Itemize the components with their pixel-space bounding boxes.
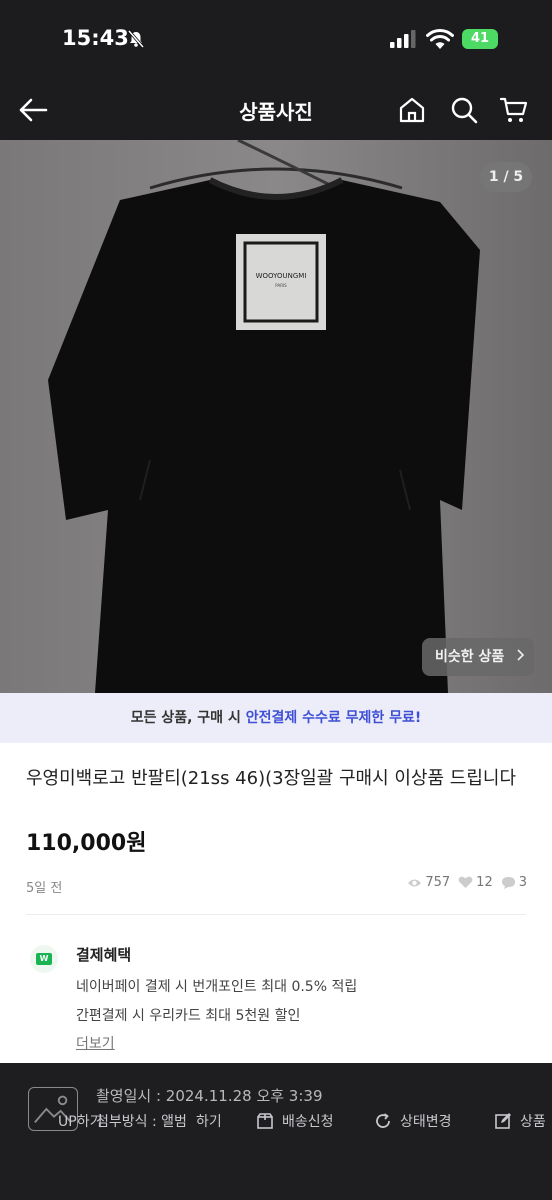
status-time: 15:43 <box>62 26 129 50</box>
benefit-line-1: 네이버페이 결제 시 번개포인트 최대 0.5% 적립 <box>76 979 358 995</box>
bottom-action-bar: 촬영일시 : 2024.11.28 오후 3:39 UP하기 첨부방식 : 앨범… <box>0 1063 552 1200</box>
label-city: PARIS <box>275 283 287 288</box>
battery-icon: 41 <box>462 29 498 49</box>
divider <box>26 914 526 915</box>
cellular-signal-icon <box>390 30 416 48</box>
product-stats: 757 12 3 <box>399 875 527 890</box>
product-price: 110,000원 <box>26 831 147 856</box>
wifi-icon <box>426 28 454 49</box>
attach-method[interactable]: 첨부방식 : 앨범 <box>96 1111 187 1131</box>
promo-highlight: 안전결제 수수료 무제한 무료! <box>245 710 422 726</box>
action-status-label: 상태변경 <box>400 1114 452 1130</box>
box-icon <box>257 1113 273 1129</box>
action-do-label: 하기 <box>196 1114 222 1130</box>
similar-products-button[interactable]: 비슷한 상품 <box>422 638 534 676</box>
attach-method-label: 첨부방식 : 앨범 <box>96 1114 187 1130</box>
capture-info: 촬영일시 : 2024.11.28 오후 3:39 <box>96 1087 323 1105</box>
chats-count: 3 <box>518 875 527 890</box>
posted-time: 5일 전 <box>26 881 63 896</box>
eye-icon <box>408 879 422 886</box>
similar-products-label: 비슷한 상품 <box>435 649 505 665</box>
product-title: 우영미백로고 반팔티(21ss 46)(3장일괄 구매시 이상품 드립니다 <box>26 768 517 789</box>
likes-count: 12 <box>476 875 493 890</box>
status-bar: 15:43 41 <box>0 0 552 80</box>
app-header: 상품사진 <box>0 80 552 140</box>
views-stat: 757 <box>407 875 450 890</box>
chat-bubble-icon <box>501 876 515 889</box>
action-product-label: 상품 <box>520 1114 546 1130</box>
search-icon[interactable] <box>450 96 478 124</box>
heart-icon <box>458 876 473 888</box>
edit-icon <box>495 1113 511 1129</box>
action-status[interactable]: 상태변경 <box>374 1111 452 1131</box>
benefit-title: 결제혜택 <box>76 946 132 964</box>
battery-level: 41 <box>470 31 490 46</box>
label-brand: WOOYOUNGMI <box>256 272 307 280</box>
cart-icon[interactable] <box>500 96 528 124</box>
home-icon[interactable] <box>398 96 426 124</box>
action-shipping[interactable]: 배송신청 <box>256 1111 334 1131</box>
safe-payment-banner[interactable]: 모든 상품, 구매 시 안전결제 수수료 무제한 무료! <box>0 693 552 743</box>
product-photo[interactable]: WOOYOUNGMI PARIS <box>0 140 552 693</box>
t-shirt-image: WOOYOUNGMI PARIS <box>0 140 552 693</box>
naverpay-logo-text: W <box>36 953 52 965</box>
benefit-line-2: 간편결제 시 우리카드 최대 5천원 할인 <box>76 1008 301 1024</box>
bell-mute-icon <box>127 30 145 48</box>
promo-prefix: 모든 상품, 구매 시 <box>130 710 246 726</box>
views-count: 757 <box>425 875 451 890</box>
action-shipping-label: 배송신청 <box>282 1114 334 1130</box>
likes-stat: 12 <box>458 875 493 890</box>
photo-counter: 1 / 5 <box>480 162 532 192</box>
action-product[interactable]: 상품 <box>494 1111 546 1131</box>
chevron-right-icon <box>517 649 525 661</box>
chats-stat: 3 <box>501 875 527 890</box>
naverpay-logo-icon: W <box>30 945 58 973</box>
action-do[interactable]: 하기 <box>196 1111 222 1131</box>
more-link[interactable]: 더보기 <box>76 1033 115 1053</box>
product-info: 우영미백로고 반팔티(21ss 46)(3장일괄 구매시 이상품 드립니다 11… <box>0 743 552 1063</box>
refresh-icon <box>376 1113 390 1128</box>
